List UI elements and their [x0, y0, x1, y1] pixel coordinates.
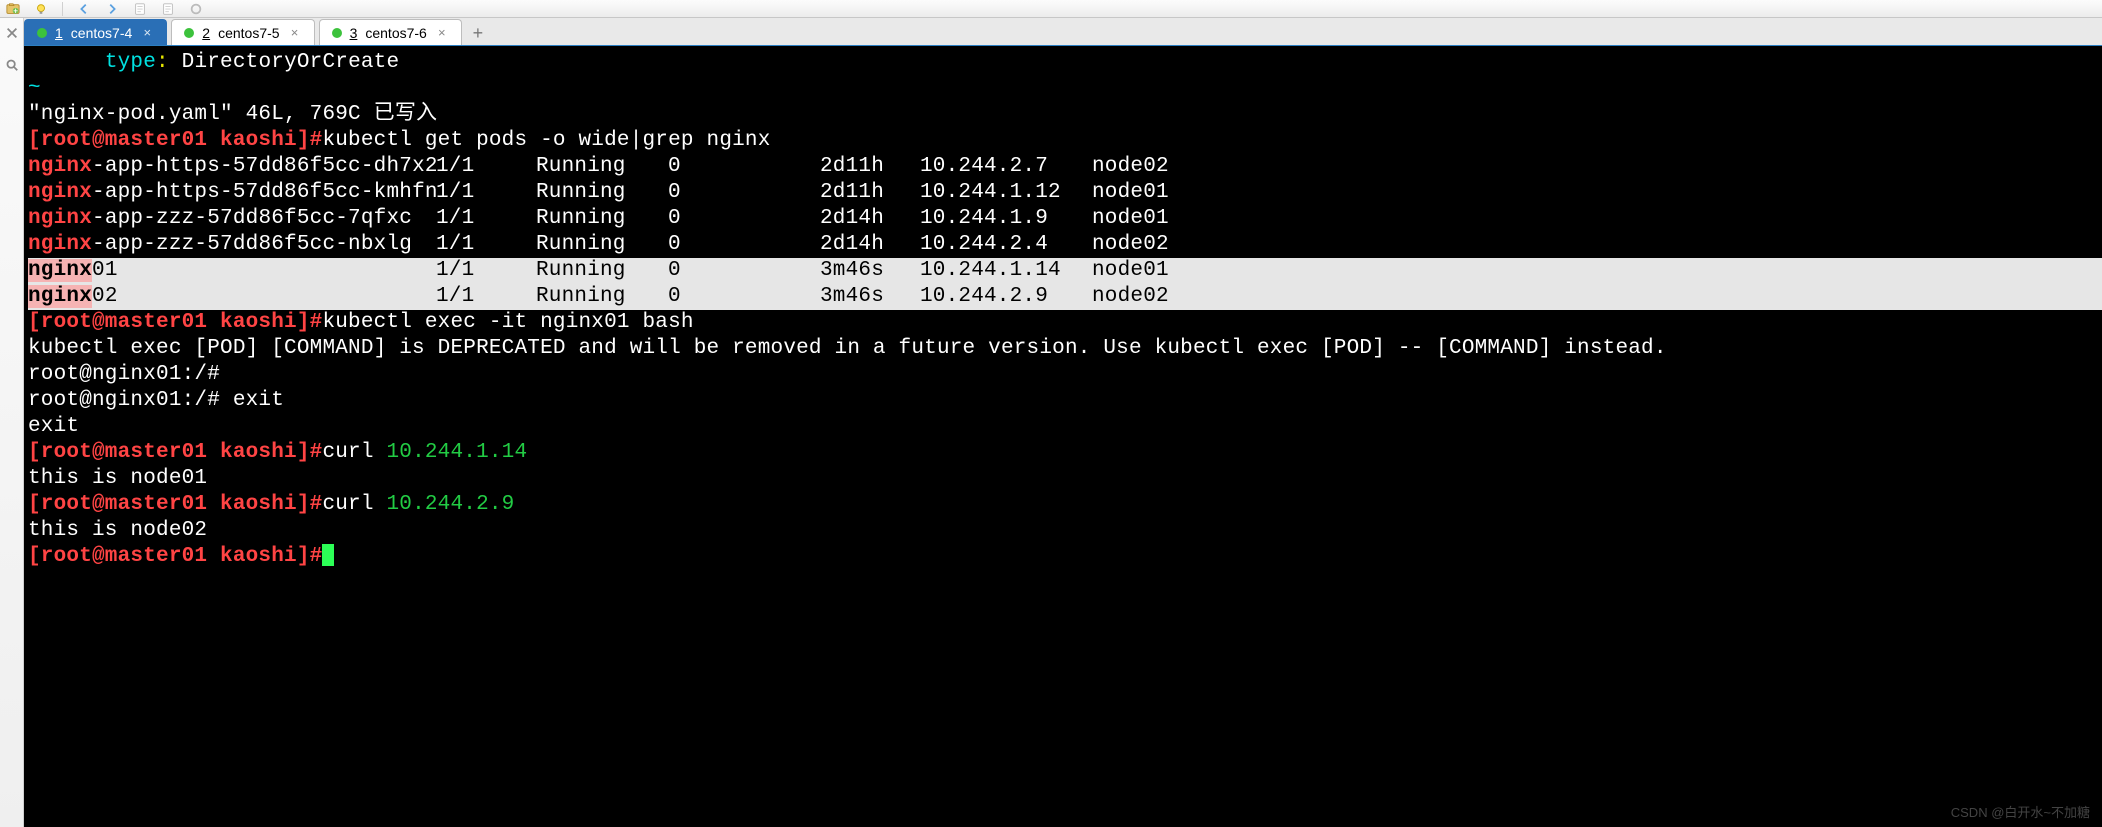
tab-label: centos7-5 [218, 25, 279, 41]
connection-dot-icon [332, 28, 342, 38]
pod-row: nginx-app-https-57dd86f5cc-dh7x21/1Runni… [28, 154, 2102, 180]
tab-add-button[interactable]: + [466, 21, 490, 45]
connection-dot-icon [184, 28, 194, 38]
tab-close-icon[interactable]: × [140, 26, 154, 40]
tab-close-icon[interactable]: × [435, 26, 449, 40]
terminal[interactable]: type: DirectoryOrCreate~"nginx-pod.yaml"… [24, 46, 2102, 827]
page-icon-1[interactable] [133, 2, 147, 16]
tab-close-icon[interactable]: × [288, 26, 302, 40]
pod-row: nginx021/1Running03m46s10.244.2.9node02 [28, 284, 2102, 310]
arrow-right-icon[interactable] [105, 2, 119, 16]
tab-centos7-4[interactable]: 1 centos7-4 × [24, 19, 167, 45]
tab-bar: 1 centos7-4 × 2 centos7-5 × 3 centos7-6 × + [24, 18, 2102, 46]
pod-row: nginx-app-zzz-57dd86f5cc-7qfxc1/1Running… [28, 206, 2102, 232]
close-icon[interactable] [5, 26, 19, 40]
folder-refresh-icon[interactable] [6, 2, 20, 16]
pod-row: nginx-app-https-57dd86f5cc-kmhfn1/1Runni… [28, 180, 2102, 206]
circle-icon[interactable] [189, 2, 203, 16]
search-icon[interactable] [5, 58, 19, 72]
pod-row: nginx011/1Running03m46s10.244.1.14node01 [28, 258, 2102, 284]
top-toolbar [0, 0, 2102, 18]
arrow-left-icon[interactable] [77, 2, 91, 16]
tab-centos7-6[interactable]: 3 centos7-6 × [319, 19, 462, 45]
tab-index: 1 [55, 25, 63, 41]
page-icon-2[interactable] [161, 2, 175, 16]
tab-index: 2 [202, 25, 210, 41]
terminal-cursor [322, 544, 334, 566]
pod-row: nginx-app-zzz-57dd86f5cc-nbxlg1/1Running… [28, 232, 2102, 258]
light-bulb-icon[interactable] [34, 2, 48, 16]
tab-centos7-5[interactable]: 2 centos7-5 × [171, 19, 314, 45]
left-rail [0, 18, 24, 827]
tab-index: 3 [350, 25, 358, 41]
tab-label: centos7-6 [365, 25, 426, 41]
toolbar-separator [62, 2, 63, 16]
connection-dot-icon [37, 28, 47, 38]
tab-label: centos7-4 [71, 25, 132, 41]
